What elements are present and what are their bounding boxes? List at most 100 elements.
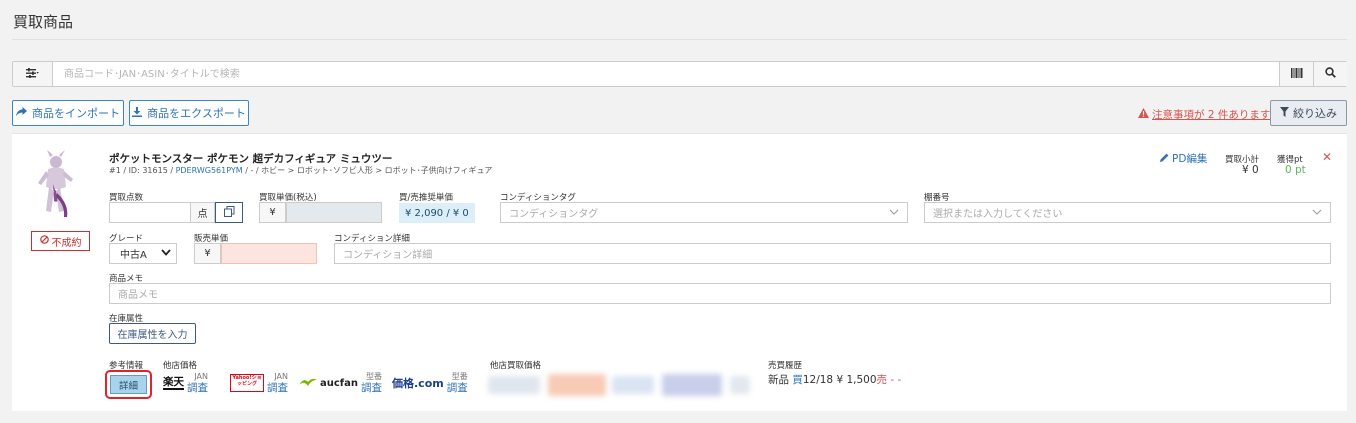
funnel-icon xyxy=(1280,106,1289,120)
export-label: 商品をエクスポート xyxy=(147,107,246,120)
import-label: 商品をインポート xyxy=(32,107,120,120)
memo-textarea[interactable]: 商品メモ xyxy=(109,283,1331,304)
yahoo-logo: Yahoo!ショッピング xyxy=(230,374,264,392)
recommend-price-label: 買/売推奨単価 xyxy=(399,193,453,203)
search-button[interactable] xyxy=(1313,62,1347,86)
chevron-down-icon xyxy=(161,248,171,259)
product-title: ポケットモンスター ポケモン 超デカフィギュア ミュウツー xyxy=(109,153,393,165)
grade-select[interactable]: 中古A xyxy=(109,243,177,264)
product-image xyxy=(34,149,76,219)
store-yahoo: Yahoo!ショッピング JAN 調査 xyxy=(230,372,288,394)
history-buy-mark: 買 xyxy=(792,374,803,386)
notice-link[interactable]: 注意事項が 2 件あります xyxy=(1138,107,1270,122)
barcode-icon xyxy=(1290,67,1303,81)
blurred-price xyxy=(612,376,654,394)
grade-value: 中古A xyxy=(120,250,147,261)
store-code-wrap: JAN 調査 xyxy=(267,372,288,394)
recommend-price-value: ¥ 2,090 / ¥ 0 xyxy=(399,203,475,223)
page-title: 買取商品 xyxy=(13,13,74,31)
warning-icon xyxy=(1138,108,1149,121)
copy-button[interactable] xyxy=(215,202,243,223)
store-aucfan: aucfan 型番 調査 xyxy=(299,372,382,394)
store-code: JAN xyxy=(274,372,288,381)
product-category-path: / - / ホビー > ロボット･ソフビ人形 > ロボット･子供向けフィギュア xyxy=(242,166,493,175)
condition-tag-placeholder: コンディションタグ xyxy=(509,209,599,220)
export-products-button[interactable]: 商品をエクスポート xyxy=(129,100,249,126)
history-condition: 新品 xyxy=(768,374,789,386)
blurred-price xyxy=(488,376,540,394)
filter-label: 絞り込み xyxy=(1293,107,1337,120)
product-card: 不成約 ポケットモンスター ポケモン 超デカフィギュア ミュウツー #1 / I… xyxy=(12,133,1347,411)
store-kakaku: 価格.com 型番 調査 xyxy=(392,372,468,394)
download-icon xyxy=(132,106,143,120)
store-code: JAN xyxy=(194,372,208,381)
search-icon xyxy=(1325,67,1336,81)
rakuten-research-link[interactable]: 調査 xyxy=(187,382,208,394)
aucfan-logo: aucfan xyxy=(320,377,359,389)
pd-edit-label: PD編集 xyxy=(1172,153,1208,165)
store-code-wrap: 型番 調査 xyxy=(361,372,382,394)
store-code: 型番 xyxy=(366,372,383,381)
other-price-label: 他店価格 xyxy=(163,361,198,371)
barcode-scan-button[interactable] xyxy=(1279,62,1313,86)
history-sell-mark: 売 xyxy=(876,374,888,386)
other-buy-prices-blurred xyxy=(486,372,752,398)
store-code-wrap: JAN 調査 xyxy=(187,372,208,394)
yahoo-research-link[interactable]: 調査 xyxy=(267,382,288,394)
unit-price-yen: ¥ xyxy=(259,202,286,223)
condition-tag-select[interactable]: コンディションタグ xyxy=(500,202,908,223)
history-date: 12/18 xyxy=(802,374,834,386)
sell-price-yen: ¥ xyxy=(194,243,221,264)
shelf-placeholder: 選択または入力してください xyxy=(933,209,1063,220)
rakuten-logo: 楽天 xyxy=(163,376,184,390)
import-products-button[interactable]: 商品をインポート xyxy=(12,100,124,126)
store-rakuten: 楽天 JAN 調査 xyxy=(163,372,208,394)
detail-button[interactable]: 詳細 xyxy=(110,375,147,394)
aucfan-bird-icon xyxy=(299,377,317,390)
condition-detail-placeholder: コンディション詳細 xyxy=(343,250,433,261)
copy-icon xyxy=(223,205,235,220)
condition-detail-textarea[interactable]: コンディション詳細 xyxy=(334,243,1331,264)
store-code: 型番 xyxy=(451,372,468,381)
search-input[interactable] xyxy=(54,62,1279,86)
chevron-down-icon xyxy=(1312,207,1322,218)
title-divider xyxy=(12,39,1347,40)
product-meta: #1 / ID: 31615 / PDERWG561PYM / - / ホビー … xyxy=(109,165,492,176)
pencil-icon xyxy=(1160,153,1169,165)
subtotal-value: ¥ 0 xyxy=(1242,164,1259,176)
sliders-icon xyxy=(26,67,39,81)
history-price: ¥ 1,500 xyxy=(836,374,877,386)
memo-placeholder: 商品メモ xyxy=(118,290,158,301)
kakaku-logo: 価格.com xyxy=(392,377,444,390)
search-bar xyxy=(12,61,1347,87)
chevron-down-icon xyxy=(889,207,899,218)
status-label: 不成約 xyxy=(51,237,82,249)
blurred-price xyxy=(548,374,606,396)
remove-item-icon[interactable]: ✕ xyxy=(1322,150,1332,164)
shelf-select[interactable]: 選択または入力してください xyxy=(924,202,1331,223)
history-label: 売買履歴 xyxy=(768,361,803,371)
ban-icon xyxy=(39,235,49,247)
history-sell-value: - - xyxy=(890,374,902,386)
points-value: 0 pt xyxy=(1285,164,1306,176)
search-filter-button[interactable] xyxy=(13,62,53,86)
product-meta-prefix: #1 / ID: 31615 / xyxy=(109,166,176,175)
unit-price-input[interactable] xyxy=(286,202,382,223)
sell-price-input[interactable] xyxy=(221,243,317,264)
status-unmatched-button[interactable]: 不成約 xyxy=(31,231,90,251)
notice-text: 注意事項が 2 件あります xyxy=(1152,109,1271,121)
detail-highlight: 詳細 xyxy=(105,370,152,399)
stock-attr-button[interactable]: 在庫属性を入力 xyxy=(109,323,196,344)
share-arrow-icon xyxy=(16,106,27,120)
other-buy-price-label: 他店買取価格 xyxy=(490,361,542,371)
product-code-link[interactable]: PDERWG561PYM xyxy=(176,166,243,175)
blurred-price xyxy=(662,374,722,396)
trade-history: 新品 買12/18 ¥ 1,500売 - - xyxy=(768,372,901,387)
kakaku-research-link[interactable]: 調査 xyxy=(447,382,468,394)
filter-button[interactable]: 絞り込み xyxy=(1270,100,1347,126)
blurred-price xyxy=(730,376,750,394)
store-code-wrap: 型番 調査 xyxy=(447,372,468,394)
quantity-unit: 点 xyxy=(190,202,215,223)
aucfan-research-link[interactable]: 調査 xyxy=(361,382,382,394)
pd-edit-link[interactable]: PD編集 xyxy=(1160,151,1207,166)
